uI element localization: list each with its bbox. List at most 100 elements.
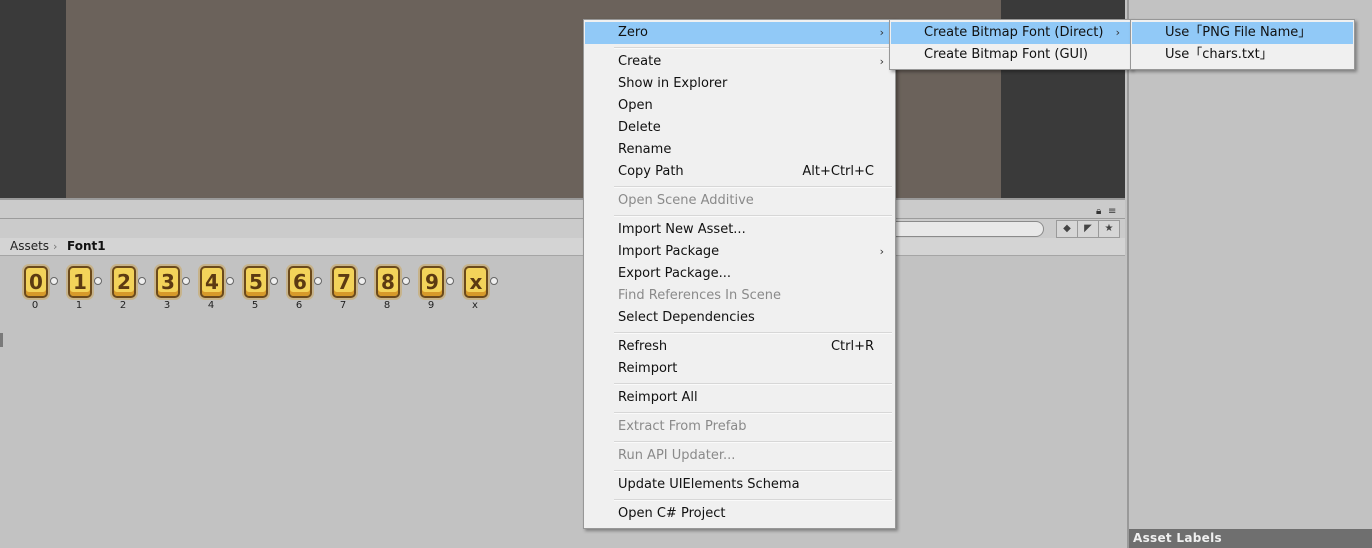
submenu-arrow-icon: › [879,26,884,39]
sprite-thumbnail: 0 [24,266,48,298]
asset-label: x [472,300,478,311]
asset-tile[interactable]: 44 [198,266,242,316]
favorite-star-icon[interactable]: ★ [1098,220,1120,238]
menu-item-open-scene-additive: Open Scene Additive [585,190,894,212]
menu-item-rename[interactable]: Rename [585,139,894,161]
scroll-handle[interactable] [0,333,3,347]
breadcrumb-current-folder[interactable]: Font1 [67,239,106,254]
expand-dot-icon[interactable] [94,277,102,285]
menu-item-label: Zero [618,25,648,40]
asset-tile[interactable]: 99 [418,266,462,316]
asset-tile[interactable]: 66 [286,266,330,316]
expand-dot-icon[interactable] [138,277,146,285]
asset-tile[interactable]: 55 [242,266,286,316]
asset-label: 1 [75,300,83,311]
menu-separator [614,499,892,501]
asset-tile[interactable]: 88 [374,266,418,316]
menu-item-run-api-updater: Run API Updater... [585,445,894,467]
asset-tile[interactable]: xx [462,266,506,316]
inspector-panel [1127,0,1372,548]
submenu-arrow-icon: › [1115,26,1120,39]
menu-item-label: Create Bitmap Font (Direct) [924,25,1104,40]
expand-dot-icon[interactable] [226,277,234,285]
menu-item-shortcut: Ctrl+R [830,339,874,354]
asset-tile[interactable]: 33 [154,266,198,316]
menu-item-label: Run API Updater... [618,448,736,463]
expand-dot-icon[interactable] [402,277,410,285]
breadcrumb-assets[interactable]: Assets [10,239,49,254]
menu-item-create-bitmap-font-direct[interactable]: Create Bitmap Font (Direct) › [891,22,1130,44]
lock-icon[interactable]: 🔒︎ [1096,206,1101,217]
expand-dot-icon[interactable] [446,277,454,285]
menu-item-label: Use「chars.txt」 [1165,47,1273,62]
menu-item-use-chars-txt[interactable]: Use「chars.txt」 [1132,44,1353,66]
context-menu: Zero › Create › Show in Explorer Open De… [583,19,896,529]
asset-label: 2 [119,300,127,311]
menu-separator [614,383,892,385]
asset-tile[interactable]: 00 [22,266,66,316]
menu-item-copy-path[interactable]: Copy Path Alt+Ctrl+C [585,161,894,183]
menu-separator [614,47,892,49]
expand-dot-icon[interactable] [50,277,58,285]
menu-item-delete[interactable]: Delete [585,117,894,139]
asset-label: 3 [163,300,171,311]
asset-label: 9 [427,300,435,311]
asset-tile[interactable]: 11 [66,266,110,316]
menu-item-use-png-file-name[interactable]: Use「PNG File Name」 [1132,22,1353,44]
breadcrumb: Assets › Font1 [0,238,1125,256]
search-input[interactable] [880,221,1044,237]
menu-item-create-bitmap-font-gui[interactable]: Create Bitmap Font (GUI) [891,44,1130,66]
menu-item-export-package[interactable]: Export Package... [585,263,894,285]
menu-item-label: Show in Explorer [618,76,728,91]
menu-item-label: Delete [618,120,661,135]
filter-by-label-icon[interactable]: ◤ [1077,220,1099,238]
menu-item-create[interactable]: Create › [585,51,894,73]
expand-dot-icon[interactable] [314,277,322,285]
menu-item-label: Use「PNG File Name」 [1165,25,1312,40]
menu-item-label: Refresh [618,339,668,354]
menu-item-label: Extract From Prefab [618,419,747,434]
menu-separator [614,186,892,188]
menu-item-open-csharp-project[interactable]: Open C# Project [585,503,894,525]
menu-item-reimport[interactable]: Reimport [585,358,894,380]
menu-item-label: Reimport All [618,390,698,405]
menu-item-label: Export Package... [618,266,731,281]
expand-dot-icon[interactable] [358,277,366,285]
menu-item-zero[interactable]: Zero › [585,22,894,44]
project-header [0,200,1125,218]
menu-item-label: Import New Asset... [618,222,746,237]
asset-label: 0 [31,300,39,311]
expand-dot-icon[interactable] [182,277,190,285]
menu-item-shortcut: Alt+Ctrl+C [802,164,874,179]
sprite-thumbnail: 8 [376,266,400,298]
menu-item-import-package[interactable]: Import Package › [585,241,894,263]
menu-item-refresh[interactable]: Refresh Ctrl+R [585,336,894,358]
menu-item-show-in-explorer[interactable]: Show in Explorer [585,73,894,95]
sprite-thumbnail: 6 [288,266,312,298]
breadcrumb-separator-icon: › [53,240,58,253]
filter-by-type-icon[interactable]: ◆ [1056,220,1078,238]
menu-item-open[interactable]: Open [585,95,894,117]
scene-view-left-bar [0,0,66,198]
sprite-thumbnail: x [464,266,488,298]
expand-dot-icon[interactable] [490,277,498,285]
menu-item-find-references: Find References In Scene [585,285,894,307]
asset-label: 6 [295,300,303,311]
menu-separator [614,412,892,414]
menu-separator [614,470,892,472]
menu-item-reimport-all[interactable]: Reimport All [585,387,894,409]
menu-item-extract-from-prefab: Extract From Prefab [585,416,894,438]
menu-item-select-dependencies[interactable]: Select Dependencies [585,307,894,329]
asset-tile[interactable]: 77 [330,266,374,316]
menu-item-label: Open [618,98,653,113]
submenu-arrow-icon: › [879,55,884,68]
asset-labels-header[interactable]: Asset Labels [1129,529,1372,548]
menu-item-import-new-asset[interactable]: Import New Asset... [585,219,894,241]
sprite-thumbnail: 7 [332,266,356,298]
menu-item-label: Create Bitmap Font (GUI) [924,47,1088,62]
menu-item-label: Update UIElements Schema [618,477,800,492]
panel-menu-icon[interactable]: ≡ [1108,206,1116,217]
asset-tile[interactable]: 22 [110,266,154,316]
expand-dot-icon[interactable] [270,277,278,285]
menu-item-update-uielements-schema[interactable]: Update UIElements Schema [585,474,894,496]
